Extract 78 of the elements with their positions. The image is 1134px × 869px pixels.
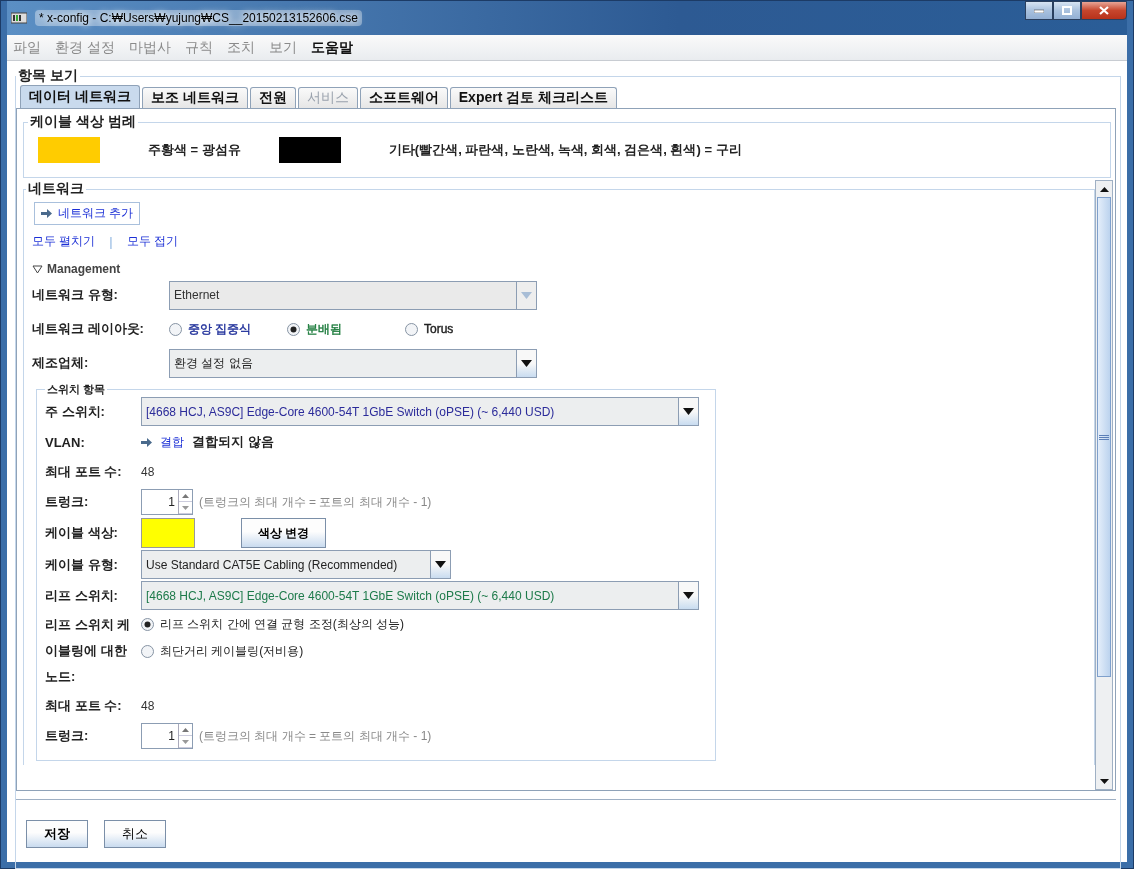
field-label: 트렁크: <box>45 727 90 745</box>
scroll-down-icon[interactable] <box>1099 778 1109 784</box>
vertical-scrollbar[interactable] <box>1095 180 1113 790</box>
radio-button[interactable] <box>287 322 300 336</box>
field-label: 트렁크: <box>45 493 90 511</box>
caret-down-icon <box>683 408 694 415</box>
group-title: 네트워크 <box>27 180 85 198</box>
radio-button[interactable] <box>141 645 154 658</box>
caret-down-icon <box>521 359 532 367</box>
dropdown[interactable]: [4668 HCJ, AS9C] Edge-Core 4600-54T 1GbE Switch (oPSE) (~ 6,440 USD) <box>141 397 699 426</box>
number-spinner[interactable]: 1 <box>141 723 193 749</box>
radio-label[interactable]: 리프 스위치 간에 연결 균형 조정(최상의 성능) <box>160 616 404 633</box>
legend-label: 기타(빨간색, 파란색, 노란색, 녹색, 회색, 검은색, 흰색) = 구리 <box>388 141 742 159</box>
field-label: 네트워크 유형: <box>32 286 119 304</box>
radio-label[interactable]: 최단거리 케이블링(저비용) <box>160 643 304 660</box>
field-value: 48 <box>141 465 156 479</box>
link-separator: | <box>109 234 113 249</box>
down-arrow-icon[interactable] <box>182 505 189 510</box>
radio-label[interactable]: 중앙 집중식 <box>188 320 252 338</box>
radio-button[interactable] <box>405 322 418 336</box>
vlan-status: 결합되지 않음 <box>192 433 274 451</box>
field-label: VLAN: <box>45 434 86 450</box>
tab[interactable]: 소프트웨어 <box>359 87 448 108</box>
arrow-right-icon <box>41 209 52 218</box>
caret-down-icon <box>521 291 532 299</box>
tab[interactable]: 전원 <box>249 87 296 108</box>
grip-icon <box>1099 434 1109 440</box>
close-icon <box>1099 6 1109 15</box>
field-label: 최대 포트 수: <box>45 463 123 481</box>
legend-label: 주황색 = 광섬유 <box>148 141 241 159</box>
up-arrow-icon[interactable] <box>182 727 189 732</box>
field-value: 48 <box>141 699 156 713</box>
tab[interactable]: 보조 네트워크 <box>141 87 248 108</box>
field-label: 제조업체: <box>32 354 90 372</box>
cancel-button[interactable]: 취소 <box>104 820 166 848</box>
expand-all-link[interactable]: 모두 펼치기 <box>32 233 96 250</box>
dropdown[interactable]: 환경 설정 없음 <box>169 348 537 378</box>
dropdown[interactable]: [4668 HCJ, AS9C] Edge-Core 4600-54T 1GbE Switch (oPSE) (~ 6,440 USD) <box>141 581 699 610</box>
scroll-up-icon[interactable] <box>1099 186 1109 192</box>
down-arrow-icon[interactable] <box>182 739 189 744</box>
group-title: 항목 보기 <box>17 67 79 85</box>
caret-down-icon <box>435 561 446 568</box>
expanded-triangle-icon[interactable] <box>32 264 43 274</box>
change-color-button[interactable]: 색상 변경 <box>241 518 327 548</box>
field-label: 주 스위치: <box>45 402 106 421</box>
menu-item[interactable]: 도움말 <box>308 36 355 59</box>
maximize-icon <box>1062 6 1072 15</box>
field-label: 케이블 유형: <box>45 555 119 574</box>
tab[interactable]: Expert 검토 체크리스트 <box>449 87 618 108</box>
up-arrow-icon[interactable] <box>182 493 189 498</box>
arrow-right-icon <box>141 437 152 447</box>
field-label: 최대 포트 수: <box>45 697 123 715</box>
close-button[interactable] <box>1081 1 1127 20</box>
group-title: 케이블 색상 범례 <box>29 113 137 131</box>
maximize-button[interactable] <box>1053 1 1081 20</box>
collapse-all-link[interactable]: 모두 접기 <box>126 233 179 250</box>
radio-label[interactable]: 분배됨 <box>306 320 342 338</box>
tab[interactable]: 데이터 네트워크 <box>20 85 140 108</box>
radio-label[interactable]: Torus <box>424 322 454 336</box>
caret-down-icon <box>683 592 694 599</box>
app-icon <box>11 12 27 24</box>
radio-button[interactable] <box>169 322 182 336</box>
group-title: 스위치 항목 <box>46 382 107 397</box>
number-spinner[interactable]: 1 <box>141 489 193 515</box>
bind-link[interactable]: 결합 <box>160 433 184 451</box>
minimize-icon <box>1034 8 1044 13</box>
section-title: Management <box>47 262 121 276</box>
field-label: 케이블 색상: <box>45 524 119 542</box>
field-label: 네트워크 레이아웃: <box>32 320 145 338</box>
hint-text: (트렁크의 최대 개수 = 포트의 최대 개수 - 1) <box>199 727 432 745</box>
field-label: 리프 스위치 케이블링에 대한 노드: <box>45 616 132 686</box>
minimize-button[interactable] <box>1025 1 1053 20</box>
save-button[interactable]: 저장 <box>26 820 88 848</box>
radio-button[interactable] <box>141 618 154 631</box>
hint-text: (트렁크의 최대 개수 = 포트의 최대 개수 - 1) <box>199 493 432 511</box>
add-network-button[interactable]: 네트워크 추가 <box>34 202 141 225</box>
dropdown[interactable]: Use Standard CAT5E Cabling (Recommended) <box>141 550 451 579</box>
field-label: 리프 스위치: <box>45 586 119 605</box>
